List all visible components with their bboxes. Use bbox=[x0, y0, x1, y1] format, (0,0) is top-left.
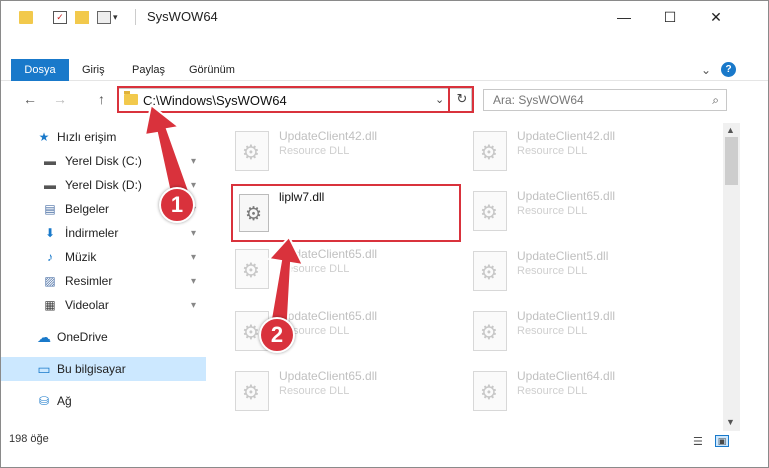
callout-step-one: 1 bbox=[159, 187, 195, 223]
callout-step-two: 2 bbox=[259, 317, 295, 353]
explorer-window: ✓ ▾ SysWOW64 — ☐ ✕ Dosya Giriş Paylaş Gö… bbox=[0, 0, 769, 468]
arrow-one-icon bbox=[143, 103, 191, 199]
annotation-arrows bbox=[143, 103, 305, 337]
